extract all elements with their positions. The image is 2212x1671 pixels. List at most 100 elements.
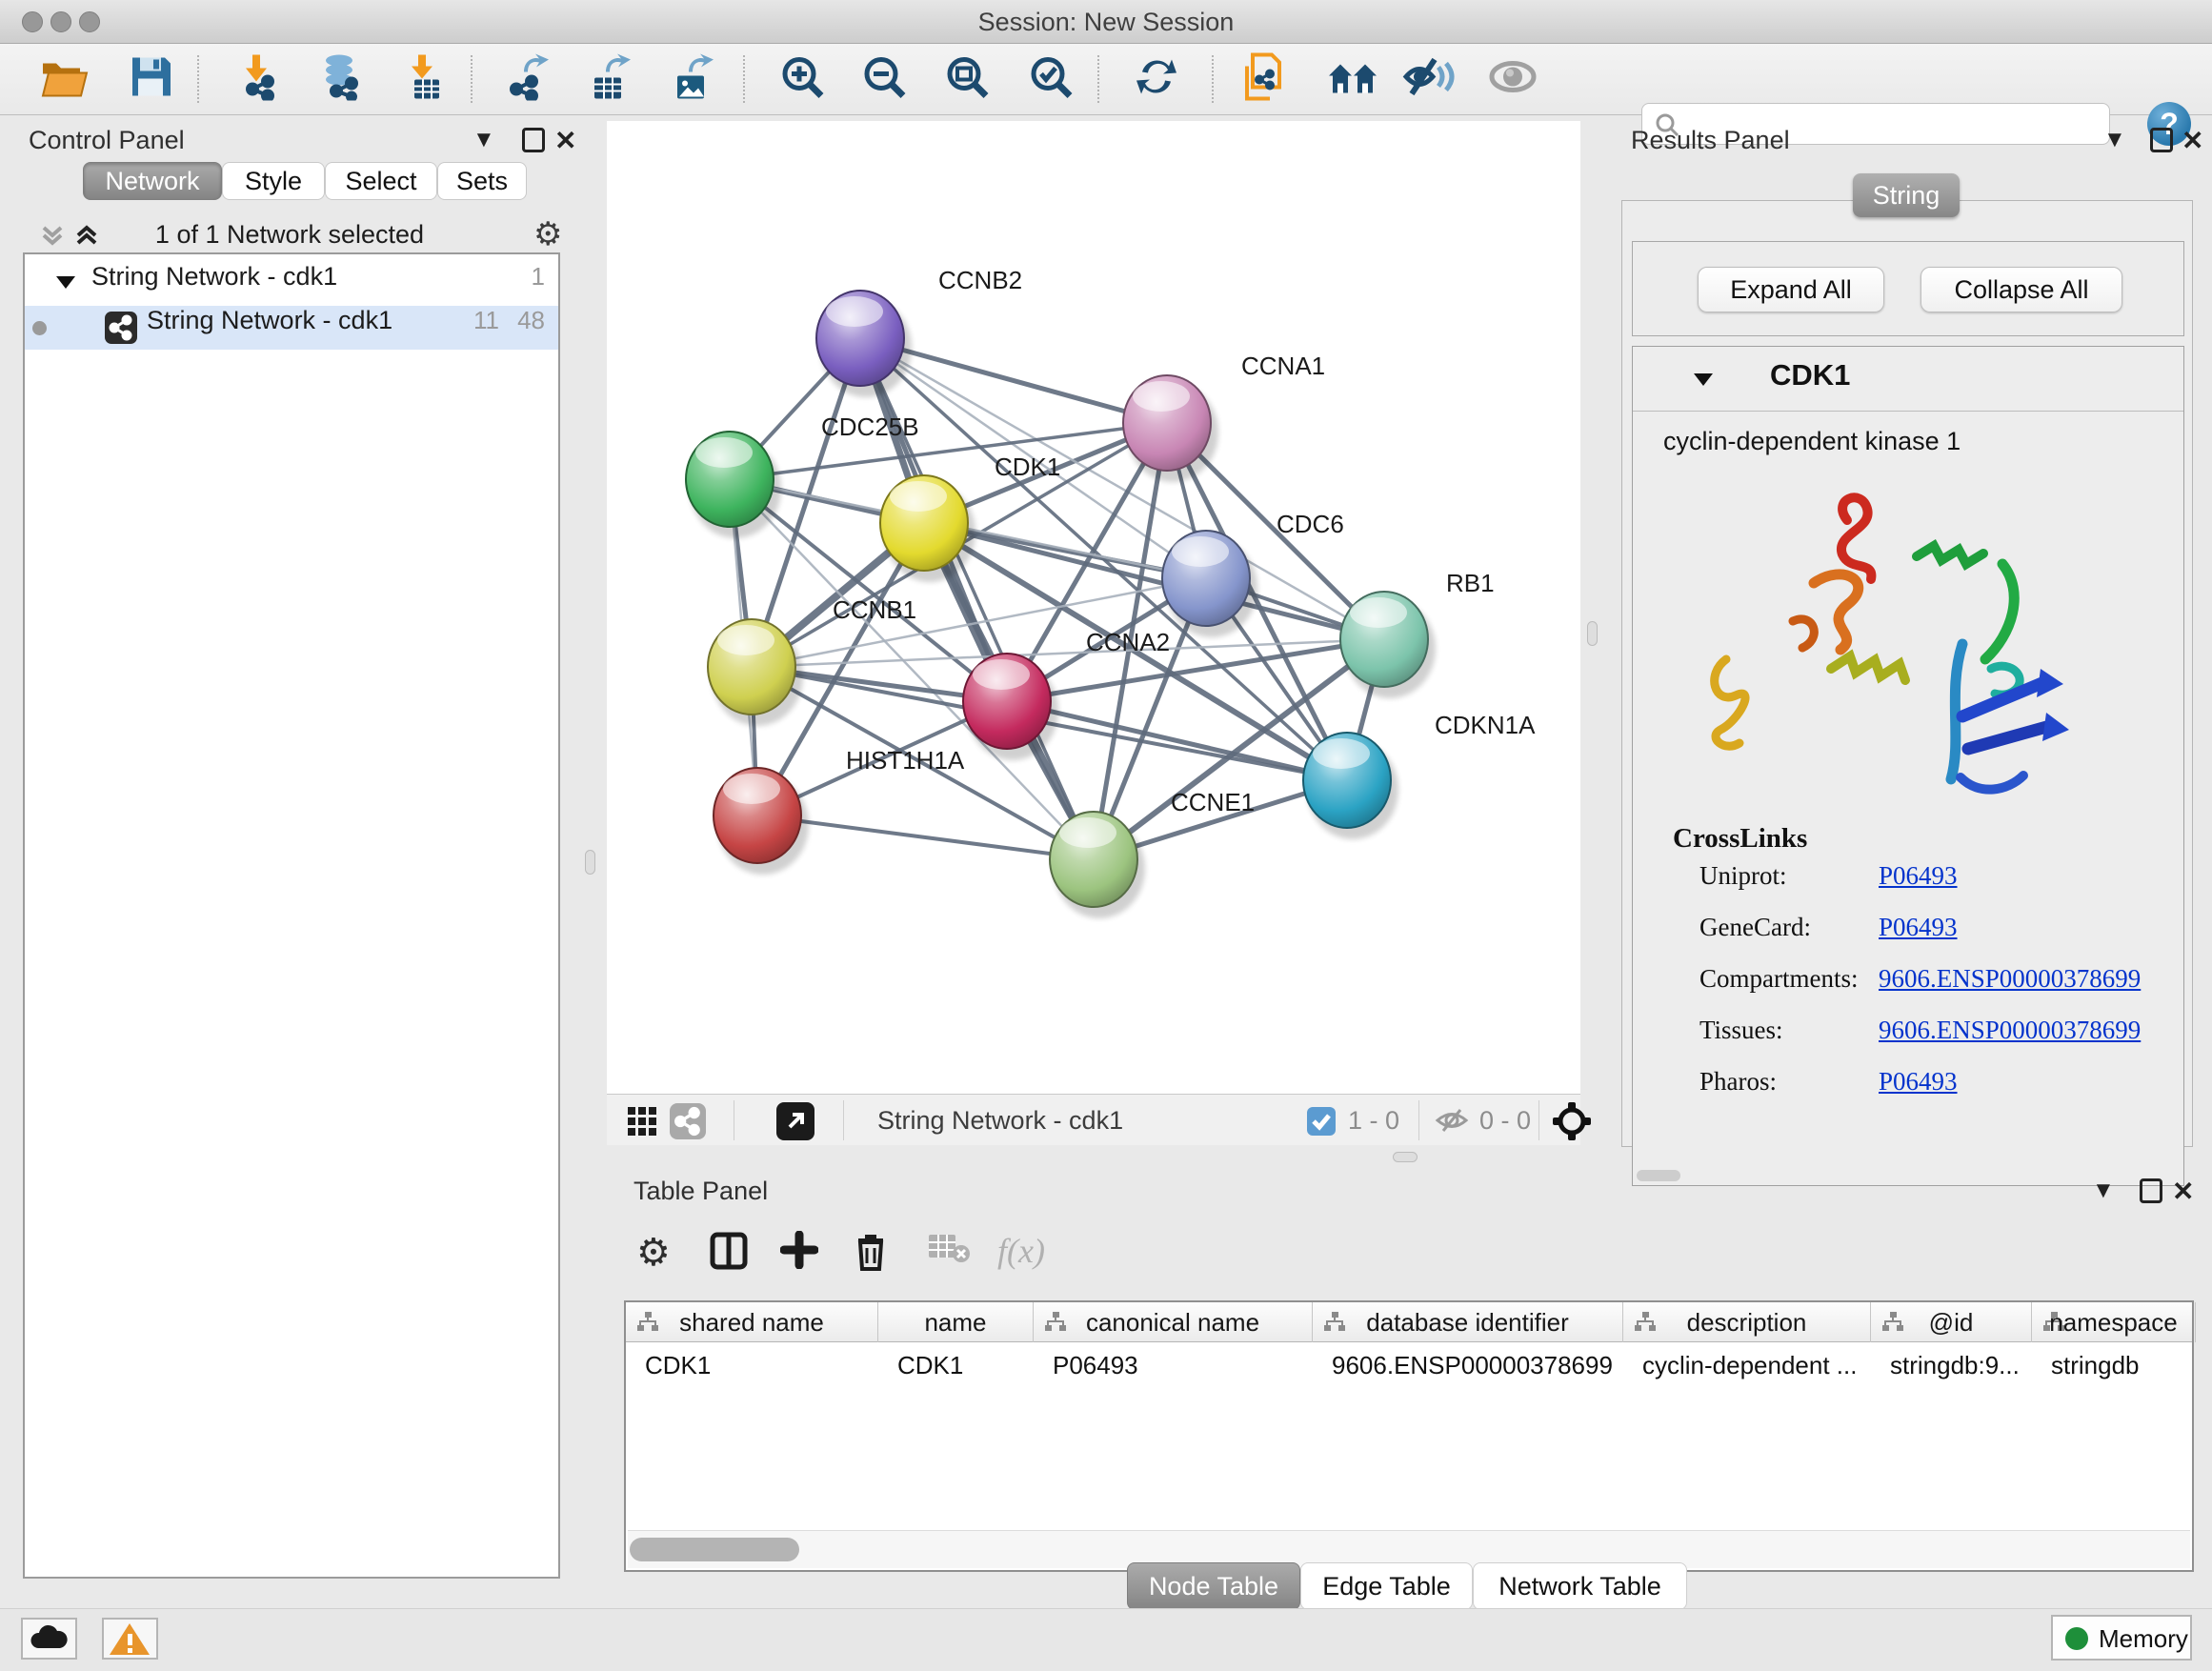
left-splitter-handle[interactable] xyxy=(585,850,595,875)
network-node: CCNE1 xyxy=(1050,788,1255,918)
toolbar-separator xyxy=(1212,55,1214,103)
cloud-button[interactable] xyxy=(21,1618,77,1660)
results-hscrollbar[interactable] xyxy=(1637,1170,1680,1181)
toolbar-separator xyxy=(471,55,473,103)
memory-button[interactable]: Memory xyxy=(2051,1615,2192,1661)
tab-node-table[interactable]: Node Table xyxy=(1127,1562,1300,1610)
column-header-id[interactable]: @id xyxy=(1871,1302,2032,1342)
open-folder-icon[interactable] xyxy=(39,54,89,105)
warning-button[interactable] xyxy=(102,1618,158,1660)
memory-label: Memory xyxy=(2099,1617,2188,1661)
crosslink-link[interactable]: P06493 xyxy=(1879,1067,1958,1097)
status-bar: Memory xyxy=(0,1608,2212,1671)
zoom-in-icon[interactable] xyxy=(778,53,826,106)
crosslink-label: Pharos: xyxy=(1699,1067,1777,1097)
float-panel-icon[interactable]: ▼ xyxy=(2092,1178,2115,1204)
tab-string[interactable]: String xyxy=(1853,173,1960,217)
open-in-window-icon[interactable] xyxy=(776,1102,814,1140)
export-network-icon[interactable] xyxy=(503,53,551,106)
columns-icon[interactable] xyxy=(709,1231,749,1276)
control-panel-title: Control Panel xyxy=(29,126,185,155)
tab-style[interactable]: Style xyxy=(222,162,325,200)
export-image-icon[interactable] xyxy=(668,53,715,106)
crosslink-link[interactable]: 9606.ENSP00000378699 xyxy=(1879,964,2141,994)
tab-select[interactable]: Select xyxy=(325,162,437,200)
column-header-name[interactable]: name xyxy=(878,1302,1034,1342)
crosslink-link[interactable]: 9606.ENSP00000378699 xyxy=(1879,1016,2141,1045)
tab-network-table[interactable]: Network Table xyxy=(1473,1562,1687,1610)
table-cell[interactable]: stringdb xyxy=(2032,1346,2196,1384)
network-canvas[interactable]: CCNB2CCNA1CDC25BCDK1CDC6RB1CCNB1CCNA2CDK… xyxy=(607,121,1580,1094)
crosslink-link[interactable]: P06493 xyxy=(1879,861,1958,891)
toolbar-separator xyxy=(1097,55,1099,103)
table-cell[interactable]: P06493 xyxy=(1034,1346,1313,1384)
close-panel-icon[interactable]: ✕ xyxy=(2172,1176,2194,1207)
network-options-gear-icon[interactable]: ⚙ xyxy=(533,215,562,253)
float-panel-icon[interactable]: ▼ xyxy=(473,127,495,153)
zoom-out-icon[interactable] xyxy=(860,53,908,106)
table-cell[interactable]: CDK1 xyxy=(626,1346,878,1384)
float-panel-icon[interactable]: ▼ xyxy=(2103,127,2126,153)
birds-eye-view-icon[interactable] xyxy=(1552,1101,1592,1148)
node-label: RB1 xyxy=(1446,569,1495,597)
zoom-fit-icon[interactable] xyxy=(943,53,991,106)
close-panel-icon[interactable]: ✕ xyxy=(2182,125,2203,156)
add-icon[interactable] xyxy=(780,1231,818,1274)
section-expander-icon[interactable] xyxy=(1690,366,1717,397)
gene-section-header[interactable]: CDK1 xyxy=(1633,347,2183,412)
import-database-icon[interactable] xyxy=(315,53,363,106)
maximize-panel-icon[interactable] xyxy=(2140,1178,2162,1203)
grid-view-icon[interactable] xyxy=(626,1105,658,1144)
close-panel-icon[interactable]: ✕ xyxy=(554,125,576,156)
network-row-selected[interactable]: String Network - cdk1 11 48 xyxy=(25,306,558,350)
tab-network[interactable]: Network xyxy=(83,162,222,200)
import-table-icon[interactable] xyxy=(399,53,447,106)
table-cell[interactable]: stringdb:9... xyxy=(1871,1346,2032,1384)
column-header-sharedname[interactable]: shared name xyxy=(626,1302,878,1342)
bottom-splitter-handle[interactable] xyxy=(1393,1152,1418,1162)
control-panel: Control Panel ▼ ✕ NetworkStyleSelectSets… xyxy=(13,121,564,1593)
table-cell[interactable]: cyclin-dependent ... xyxy=(1623,1346,1871,1384)
expand-all-button[interactable]: Expand All xyxy=(1698,267,1884,312)
delete-icon[interactable] xyxy=(853,1231,889,1278)
copy-document-icon[interactable] xyxy=(1239,51,1287,108)
tab-sets[interactable]: Sets xyxy=(437,162,527,200)
string-results-container: Expand All Collapse All CDK1 cyclin-depe… xyxy=(1621,200,2193,1147)
gear-icon[interactable]: ⚙ xyxy=(636,1231,671,1275)
right-splitter-handle[interactable] xyxy=(1587,621,1598,646)
collection-expander-icon[interactable] xyxy=(53,270,78,301)
refresh-icon[interactable] xyxy=(1133,53,1180,106)
network-collection-row[interactable]: String Network - cdk1 1 xyxy=(25,262,558,306)
network-node: RB1 xyxy=(1340,569,1495,698)
function-icon: f(x) xyxy=(997,1231,1045,1271)
column-header-description[interactable]: description xyxy=(1623,1302,1871,1342)
selected-nodes-checkbox[interactable] xyxy=(1307,1107,1336,1136)
column-header-canonicalname[interactable]: canonical name xyxy=(1034,1302,1313,1342)
maximize-panel-icon[interactable] xyxy=(522,128,545,152)
eye-disabled-icon[interactable] xyxy=(1488,56,1538,103)
save-icon[interactable] xyxy=(129,54,172,105)
maximize-panel-icon[interactable] xyxy=(2150,128,2173,152)
table-cell[interactable]: CDK1 xyxy=(878,1346,1034,1384)
column-header-databaseidentifier[interactable]: database identifier xyxy=(1313,1302,1623,1342)
houses-icon[interactable] xyxy=(1327,55,1378,104)
zoom-selected-icon[interactable] xyxy=(1027,53,1075,106)
hide-eye-icon[interactable] xyxy=(1402,54,1456,105)
crosslink-link[interactable]: P06493 xyxy=(1879,913,1958,942)
collapse-all-button[interactable]: Collapse All xyxy=(1920,267,2122,312)
tab-edge-table[interactable]: Edge Table xyxy=(1300,1562,1473,1610)
network-edge-count: 48 xyxy=(517,306,545,335)
import-network-icon[interactable] xyxy=(233,53,281,106)
node-label: CCNB2 xyxy=(938,266,1022,294)
node-label: CCNA2 xyxy=(1086,628,1170,656)
selected-count: 1 - 0 xyxy=(1348,1095,1399,1146)
network-list-statusbar: 1 of 1 Network selected ⚙ xyxy=(23,217,556,253)
network-share-icon[interactable] xyxy=(670,1103,706,1139)
node-label: CDKN1A xyxy=(1435,711,1536,739)
toolbar-separator xyxy=(197,55,199,103)
table-cell[interactable]: 9606.ENSP00000378699 xyxy=(1313,1346,1623,1384)
collection-label: String Network - cdk1 xyxy=(91,262,337,292)
table-hscrollbar-thumb[interactable] xyxy=(630,1538,799,1561)
column-header-namespace[interactable]: namespace xyxy=(2032,1302,2196,1342)
export-table-icon[interactable] xyxy=(585,53,633,106)
